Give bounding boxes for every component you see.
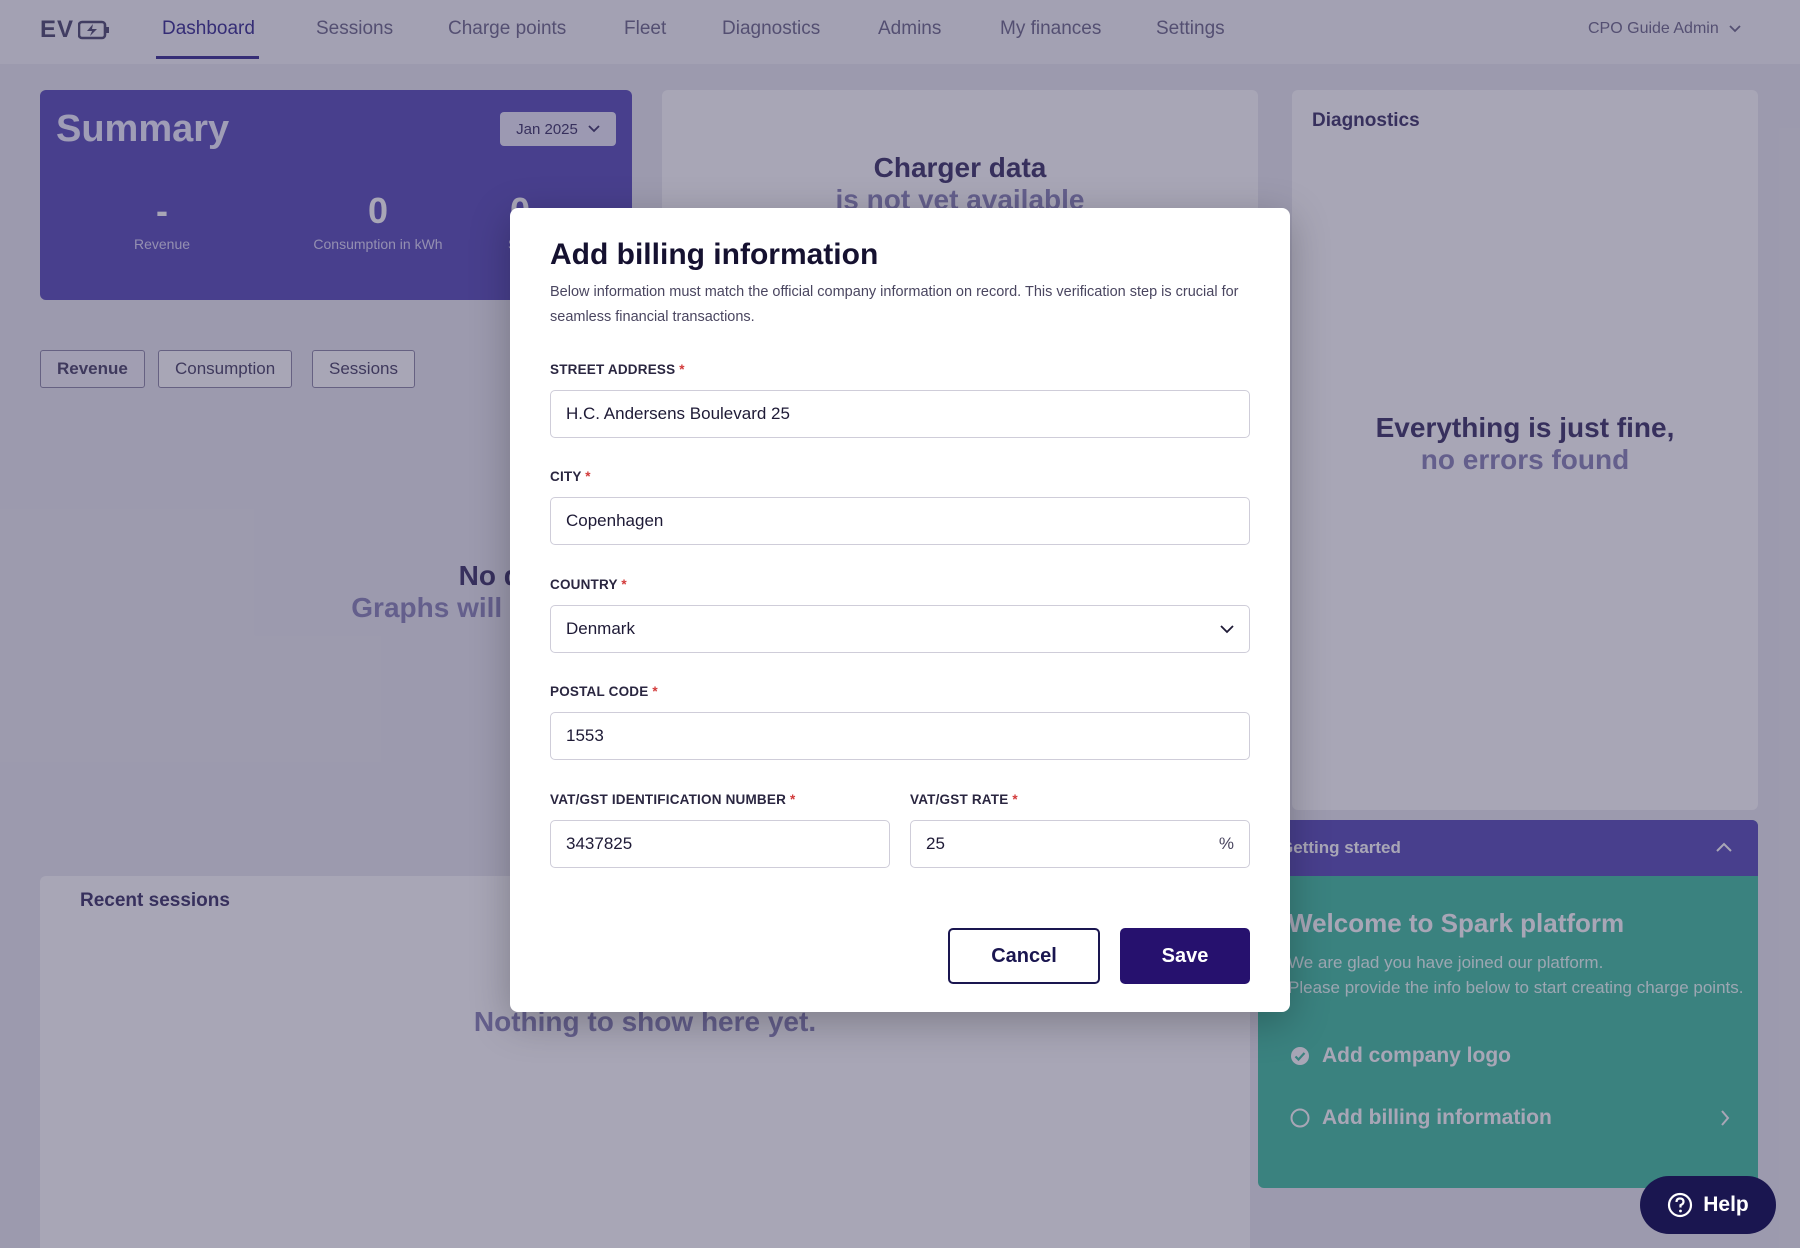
vat-rate-field[interactable]: 25 %: [910, 820, 1250, 868]
percent-suffix: %: [1218, 834, 1234, 853]
modal-title: Add billing information: [550, 238, 879, 271]
street-address-label: STREET ADDRESS *: [550, 362, 685, 377]
country-select[interactable]: Denmark: [550, 605, 1250, 653]
city-label-text: CITY: [550, 469, 582, 484]
help-button[interactable]: Help: [1640, 1176, 1776, 1234]
vat-rate-label: VAT/GST RATE *: [910, 792, 1018, 807]
postal-code-field[interactable]: 1553: [550, 712, 1250, 760]
chevron-down-icon: [1220, 624, 1234, 633]
required-marker: *: [790, 792, 796, 807]
question-circle-icon: [1668, 1192, 1693, 1218]
vat-rate-label-text: VAT/GST RATE: [910, 792, 1009, 807]
required-marker: *: [1012, 792, 1018, 807]
modal-description: Below information must match the officia…: [550, 284, 1239, 325]
postal-code-value: 1553: [566, 726, 604, 745]
country-label: COUNTRY *: [550, 577, 627, 592]
city-label: CITY *: [550, 469, 591, 484]
country-value: Denmark: [566, 619, 635, 638]
street-address-label-text: STREET ADDRESS: [550, 362, 676, 377]
city-field[interactable]: Copenhagen: [550, 497, 1250, 545]
required-marker: *: [679, 362, 685, 377]
street-address-value: H.C. Andersens Boulevard 25: [566, 404, 790, 423]
vat-id-value: 3437825: [566, 834, 633, 853]
vat-id-label-text: VAT/GST IDENTIFICATION NUMBER: [550, 792, 787, 807]
vat-id-field[interactable]: 3437825: [550, 820, 890, 868]
cancel-button[interactable]: Cancel: [948, 928, 1100, 984]
country-label-text: COUNTRY: [550, 577, 618, 592]
required-marker: *: [652, 684, 658, 699]
required-marker: *: [621, 577, 627, 592]
vat-id-label: VAT/GST IDENTIFICATION NUMBER *: [550, 792, 795, 807]
postal-code-label: POSTAL CODE *: [550, 684, 658, 699]
city-value: Copenhagen: [566, 511, 664, 530]
save-button[interactable]: Save: [1120, 928, 1250, 984]
required-marker: *: [585, 469, 591, 484]
street-address-field[interactable]: H.C. Andersens Boulevard 25: [550, 390, 1250, 438]
help-label: Help: [1703, 1193, 1749, 1216]
vat-rate-value: 25: [926, 834, 945, 853]
billing-info-modal: Add billing information Below informatio…: [510, 208, 1290, 1012]
postal-code-label-text: POSTAL CODE: [550, 684, 649, 699]
